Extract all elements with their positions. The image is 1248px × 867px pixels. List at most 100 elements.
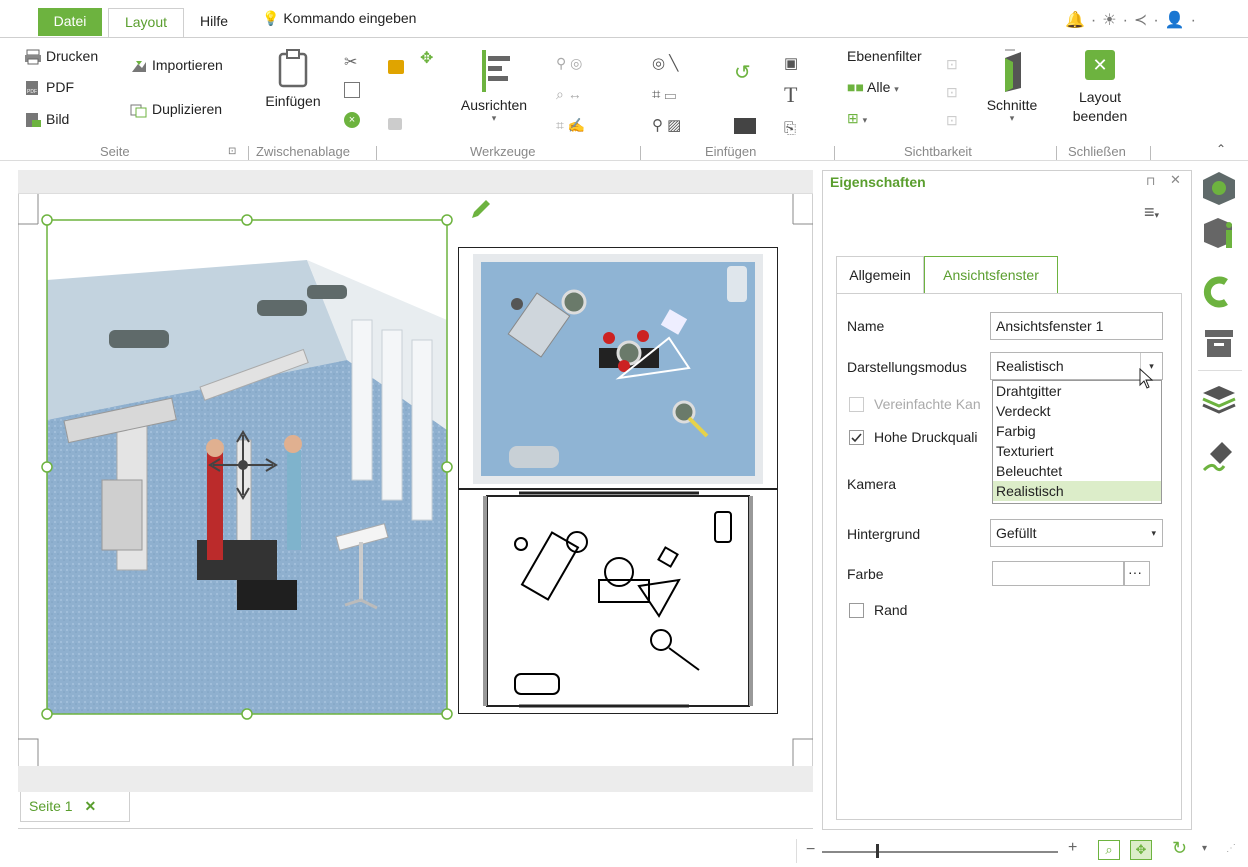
zoom-out-button[interactable]: −: [806, 841, 815, 859]
print-button[interactable]: Drucken: [24, 48, 98, 65]
lock-icon[interactable]: [388, 60, 404, 74]
align-button[interactable]: Ausrichten ▾: [452, 48, 536, 124]
mode-option[interactable]: Verdeckt: [993, 401, 1161, 421]
dialog-launcher-icon[interactable]: ⊡: [228, 146, 236, 157]
archive-icon[interactable]: [1200, 324, 1238, 360]
dropdown-icon[interactable]: ·: [1091, 12, 1102, 29]
background-select[interactable]: Gefüllt ▾: [990, 519, 1163, 547]
bottom-margin-strip: [18, 766, 813, 792]
close-icon[interactable]: ✕: [84, 798, 96, 814]
sections-button[interactable]: Schnitte ▾: [980, 48, 1044, 124]
mode-option[interactable]: Drahtgitter: [993, 381, 1161, 401]
pencil-icon[interactable]: [468, 196, 494, 222]
dropdown-icon[interactable]: ·: [1153, 12, 1164, 29]
layers-icon[interactable]: [1200, 380, 1238, 416]
page-tab[interactable]: Seite 1 ✕: [20, 792, 130, 822]
image-button[interactable]: Bild: [24, 111, 69, 128]
viewport-top-wireframe[interactable]: [458, 489, 778, 714]
status-divider: [796, 839, 797, 863]
import-button[interactable]: Importieren: [130, 57, 223, 74]
wireframe-view: [483, 491, 753, 708]
group-separator: [640, 146, 641, 160]
zoom-slider-track[interactable]: [822, 851, 1058, 853]
share-icon[interactable]: ≺: [1134, 12, 1153, 29]
mode-dropdown-list[interactable]: Drahtgitter Verdeckt Farbig Texturiert B…: [992, 380, 1162, 504]
delete-icon[interactable]: ×: [344, 112, 360, 128]
dropdown-icon[interactable]: ·: [1123, 12, 1134, 29]
tools-small-icons[interactable]: ⚲ ◎ ⌕ ↔ ⌗ ✍: [556, 48, 616, 141]
properties-title: Eigenschaften: [830, 174, 926, 190]
border-label: Rand: [874, 602, 908, 618]
tab-layout[interactable]: Layout: [108, 8, 184, 38]
duplicate-button[interactable]: Duplizieren: [130, 101, 222, 118]
layer-filter-label[interactable]: Ebenenfilter: [847, 48, 922, 64]
selection-frame[interactable]: [40, 214, 454, 722]
notification-icon[interactable]: 🔔: [1065, 12, 1091, 29]
insert-tools-col1[interactable]: ◎ ╲ ⌗ ▭ ⚲ ▨: [652, 48, 732, 141]
insert-tools-col2[interactable]: ▣ T ⎘: [784, 48, 798, 144]
tab-file[interactable]: Datei: [38, 8, 102, 36]
unlock-icon[interactable]: [388, 118, 402, 130]
border-checkbox[interactable]: [849, 603, 864, 618]
dropdown-icon[interactable]: ▾: [1202, 843, 1207, 854]
visibility-all-dropdown[interactable]: ■■ Alle ▾: [847, 79, 899, 95]
resize-grip-icon[interactable]: ⋰: [1226, 843, 1236, 854]
tab-help[interactable]: Hilfe: [188, 8, 240, 38]
color-field[interactable]: [992, 561, 1124, 586]
name-field[interactable]: Ansichtsfenster 1: [990, 312, 1163, 340]
simplified-edges-checkbox[interactable]: [849, 397, 864, 412]
tools-cube-icon[interactable]: [1200, 170, 1238, 206]
pen-signature-icon[interactable]: [1200, 438, 1238, 474]
pdf-button[interactable]: PDF PDF: [24, 79, 74, 96]
image-icon: [26, 113, 41, 128]
cut-icon[interactable]: ✂: [344, 52, 357, 72]
visibility-disabled-icons: ⊡ ⊡ ⊡: [946, 56, 958, 128]
mode-select-value: Realistisch: [996, 358, 1064, 374]
align-label: Ausrichten: [460, 97, 528, 113]
panel-menu-icon[interactable]: ≡▾: [1144, 202, 1159, 223]
layout-grid-icon[interactable]: ⊞ ▾: [847, 110, 867, 127]
command-input[interactable]: 💡 Kommando eingeben: [262, 10, 416, 27]
hq-print-checkbox[interactable]: [849, 430, 864, 445]
tab-viewport[interactable]: Ansichtsfenster: [924, 256, 1058, 294]
mode-option[interactable]: Farbig: [993, 421, 1161, 441]
user-icon[interactable]: 👤: [1165, 12, 1191, 29]
end-layout-line2: beenden: [1072, 108, 1128, 124]
hand-icon[interactable]: ✥: [420, 48, 433, 68]
close-panel-icon[interactable]: ✕: [1170, 172, 1181, 188]
end-layout-line1: Layout: [1078, 89, 1122, 105]
zoom-in-button[interactable]: +: [1068, 839, 1077, 857]
copy-icon[interactable]: [344, 82, 360, 98]
rotate-icon[interactable]: ↺: [734, 60, 751, 85]
navigation-icon[interactable]: ↻: [1172, 838, 1187, 859]
paste-button[interactable]: Einfügen: [258, 48, 328, 109]
viewport-top-realistic[interactable]: [458, 247, 778, 489]
mode-option[interactable]: Beleuchtet: [993, 461, 1161, 481]
end-layout-button[interactable]: ✕ Layout beenden: [1062, 50, 1138, 126]
pin-icon[interactable]: ⊓: [1146, 174, 1155, 188]
import-icon: [132, 61, 146, 73]
fill-color-icon[interactable]: [734, 118, 756, 134]
sections-label: Schnitte: [986, 97, 1038, 113]
checkmark-icon: [851, 433, 862, 443]
zoom-slider-thumb[interactable]: [876, 844, 879, 858]
zoom-fit-icon[interactable]: ⌕: [1098, 840, 1120, 860]
import-label: Importieren: [152, 57, 223, 73]
group-clipboard: Zwischenablage: [256, 144, 350, 159]
collapse-ribbon-icon[interactable]: ⌃: [1216, 142, 1226, 156]
chevron-down-icon: ▾: [491, 113, 497, 123]
pdf-label: PDF: [46, 79, 74, 95]
refresh-c-icon[interactable]: [1200, 274, 1238, 310]
mode-option[interactable]: Texturiert: [993, 441, 1161, 461]
object-info-icon[interactable]: [1200, 214, 1238, 250]
pan-icon[interactable]: ✥: [1130, 840, 1152, 860]
color-picker-button[interactable]: ···: [1124, 561, 1150, 586]
mode-option-selected[interactable]: Realistisch: [993, 481, 1161, 501]
clipboard-icon: [278, 49, 308, 88]
dropdown-icon[interactable]: ·: [1191, 12, 1202, 29]
grid-icon: ■■: [847, 79, 864, 95]
tab-general[interactable]: Allgemein: [836, 256, 924, 294]
sun-icon[interactable]: ☀: [1102, 12, 1122, 29]
background-label: Hintergrund: [847, 526, 921, 542]
duplicate-label: Duplizieren: [152, 101, 223, 117]
